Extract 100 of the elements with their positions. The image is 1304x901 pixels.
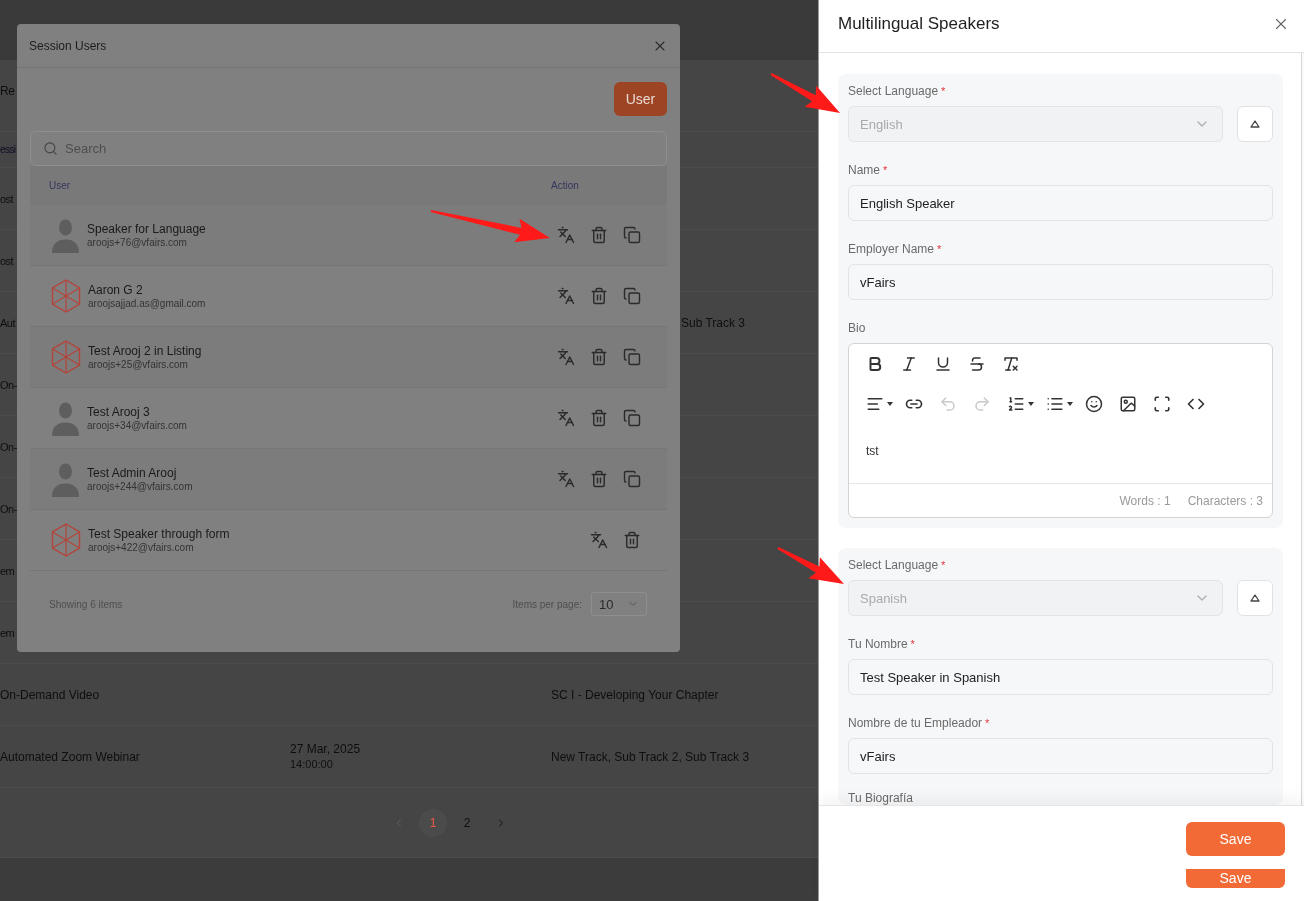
copy-button[interactable] bbox=[623, 348, 641, 366]
person-silhouette-icon bbox=[51, 217, 80, 253]
user-name: Aaron G 2 bbox=[88, 282, 144, 298]
copy-icon bbox=[623, 287, 641, 305]
text-input[interactable]: English Speaker bbox=[848, 185, 1273, 221]
user-email: aroojsajjad.as@gmail.com bbox=[88, 298, 206, 310]
translate-button[interactable] bbox=[557, 409, 575, 427]
delete-button[interactable] bbox=[590, 226, 608, 244]
required-mark: * bbox=[941, 85, 946, 97]
required-mark: * bbox=[941, 559, 946, 571]
copy-icon bbox=[623, 409, 641, 427]
trash-icon bbox=[590, 226, 608, 244]
bullet-list-icon bbox=[1046, 395, 1064, 413]
user-email: aroojs+244@vfairs.com bbox=[87, 481, 193, 493]
hexagon-logo-icon bbox=[51, 523, 81, 557]
save-button[interactable]: Save bbox=[1186, 869, 1285, 888]
trash-icon bbox=[590, 409, 608, 427]
copy-icon bbox=[623, 470, 641, 488]
translate-button[interactable] bbox=[557, 348, 575, 366]
required-mark: * bbox=[910, 638, 915, 650]
align-icon bbox=[866, 395, 884, 413]
search-icon bbox=[43, 141, 58, 156]
text-input[interactable]: Test Speaker in Spanish bbox=[848, 659, 1273, 695]
translate-icon bbox=[557, 287, 575, 305]
user-name: Test Arooj 3 bbox=[87, 404, 151, 420]
text-input[interactable]: vFairs bbox=[848, 738, 1273, 774]
required-mark: * bbox=[937, 243, 942, 255]
person-silhouette-icon bbox=[51, 461, 80, 497]
annotation-arrow bbox=[770, 73, 840, 113]
user-email: aroojs+76@vfairs.com bbox=[87, 237, 188, 249]
delete-button[interactable] bbox=[590, 470, 608, 488]
smiley-icon bbox=[1085, 395, 1103, 413]
drawer-title: Multilingual Speakers bbox=[838, 13, 1000, 34]
annotation-arrow bbox=[777, 547, 844, 584]
translate-icon bbox=[557, 470, 575, 488]
translate-icon bbox=[590, 531, 608, 549]
trash-icon bbox=[590, 348, 608, 366]
copy-button[interactable] bbox=[623, 409, 641, 427]
items-per-page-select[interactable]: 10 bbox=[591, 592, 647, 616]
strikethrough-icon bbox=[968, 355, 986, 373]
scrollbar-track[interactable] bbox=[1301, 53, 1304, 805]
fullscreen-icon bbox=[1153, 395, 1171, 413]
column-header: User bbox=[49, 180, 71, 191]
numbered-list-icon bbox=[1007, 395, 1025, 413]
copy-icon bbox=[623, 348, 641, 366]
underline-icon bbox=[934, 355, 952, 373]
translate-icon bbox=[557, 348, 575, 366]
user-email: aroojs+34@vfairs.com bbox=[87, 420, 187, 432]
translate-icon bbox=[557, 226, 575, 244]
delete-button[interactable] bbox=[590, 348, 608, 366]
delete-button[interactable] bbox=[590, 287, 608, 305]
redo-icon bbox=[973, 395, 991, 413]
copy-button[interactable] bbox=[623, 470, 641, 488]
caret-up-icon bbox=[1250, 120, 1260, 128]
word-count: Words : 1 bbox=[1119, 493, 1171, 508]
field-label: Name bbox=[848, 163, 880, 177]
undo-icon bbox=[939, 395, 957, 413]
user-email: aroojs+25@vfairs.com bbox=[88, 359, 189, 371]
translate-button[interactable] bbox=[557, 470, 575, 488]
delete-button[interactable] bbox=[590, 409, 608, 427]
required-mark: * bbox=[883, 164, 888, 176]
image-icon bbox=[1119, 395, 1137, 413]
field-label: Tu Nombre bbox=[848, 637, 908, 651]
translate-button[interactable] bbox=[557, 287, 575, 305]
person-silhouette-icon bbox=[51, 400, 80, 436]
collapse-button[interactable] bbox=[1237, 580, 1273, 616]
user-name: Test Admin Arooj bbox=[87, 465, 178, 481]
trash-icon bbox=[590, 470, 608, 488]
column-header: Action bbox=[551, 180, 579, 191]
field-label: Employer Name bbox=[848, 242, 935, 256]
copy-button[interactable] bbox=[623, 287, 641, 305]
page-button[interactable]: 1 bbox=[419, 808, 447, 837]
field-label: Nombre de tu Empleador bbox=[848, 716, 983, 730]
editor-text-area[interactable]: tst bbox=[849, 416, 1272, 483]
field-label: Select Language bbox=[848, 558, 939, 572]
caret-up-icon bbox=[1250, 594, 1260, 602]
modal-title: Session Users bbox=[29, 38, 107, 53]
trash-icon bbox=[590, 287, 608, 305]
copy-icon bbox=[623, 226, 641, 244]
character-count: Characters : 3 bbox=[1187, 493, 1263, 508]
save-button[interactable]: Save bbox=[1186, 822, 1285, 856]
collapse-button[interactable] bbox=[1237, 106, 1273, 142]
user-name: Speaker for Language bbox=[87, 221, 206, 237]
field-label: Select Language bbox=[848, 84, 939, 98]
italic-icon bbox=[900, 355, 918, 373]
field-label: Bio bbox=[848, 321, 866, 335]
delete-button[interactable] bbox=[623, 531, 641, 549]
user-email: aroojs+422@vfairs.com bbox=[88, 542, 195, 554]
hexagon-logo-icon bbox=[51, 340, 81, 374]
hexagon-logo-icon bbox=[51, 279, 81, 313]
translate-icon bbox=[557, 409, 575, 427]
clear-format-icon bbox=[1002, 355, 1020, 373]
copy-button[interactable] bbox=[623, 226, 641, 244]
translate-button[interactable] bbox=[557, 226, 575, 244]
text-input[interactable]: vFairs bbox=[848, 264, 1273, 300]
add-user-button[interactable]: User bbox=[614, 82, 667, 116]
user-name: Test Arooj 2 in Listing bbox=[88, 343, 202, 359]
trash-icon bbox=[623, 531, 641, 549]
translate-button[interactable] bbox=[590, 531, 608, 549]
user-name: Test Speaker through form bbox=[88, 526, 230, 542]
